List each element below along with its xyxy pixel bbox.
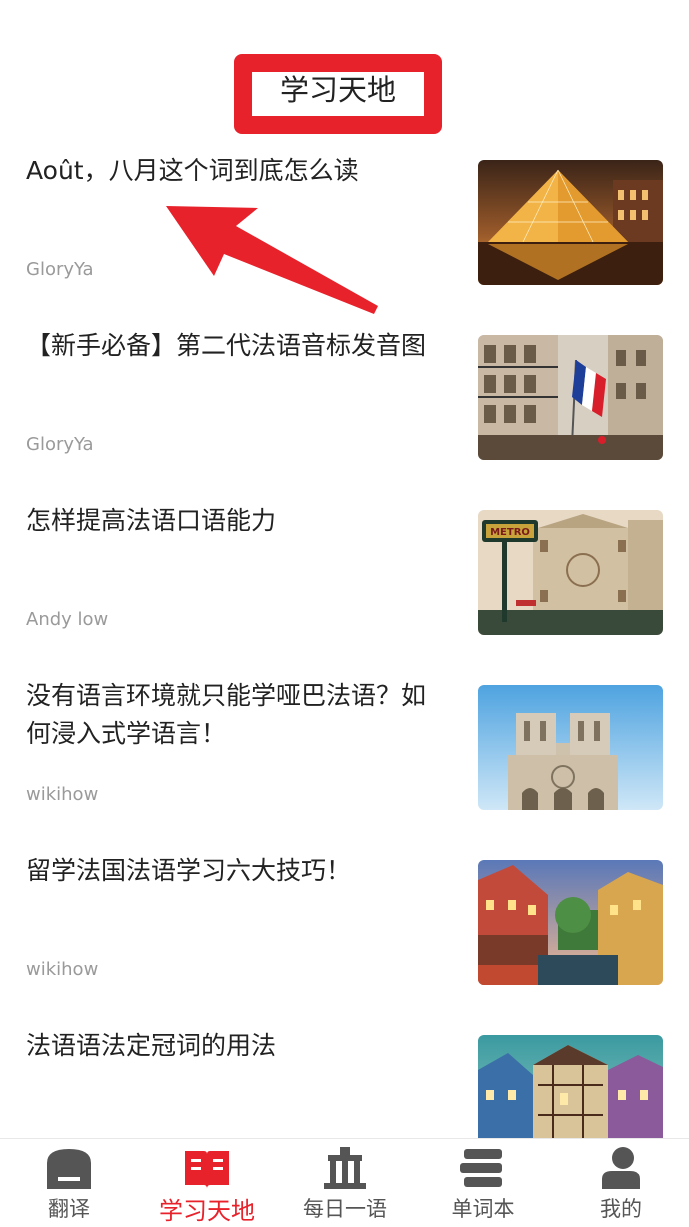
article-author: GloryYa — [26, 434, 94, 455]
article-thumbnail[interactable] — [478, 160, 663, 285]
tab-vocabulary[interactable]: 单词本 — [414, 1139, 552, 1227]
article-item[interactable]: 留学法国法语学习六大技巧！ wikihow — [0, 840, 689, 1015]
article-title[interactable]: 【新手必备】第二代法语音标发音图 — [26, 327, 446, 365]
article-title[interactable]: 没有语言环境就只能学哑巴法语？如何浸入式学语言！ — [26, 677, 446, 753]
article-title[interactable]: 留学法国法语学习六大技巧！ — [26, 852, 446, 890]
stack-icon — [458, 1145, 508, 1191]
article-item[interactable]: 【新手必备】第二代法语音标发音图 GloryYa — [0, 315, 689, 490]
article-title[interactable]: 怎样提高法语口语能力 — [26, 502, 446, 540]
tab-label: 学习天地 — [159, 1197, 255, 1225]
article-item[interactable]: Août，八月这个词到底怎么读 GloryYa — [0, 140, 689, 315]
article-thumbnail[interactable] — [478, 335, 663, 460]
tab-daily-phrase[interactable]: 每日一语 — [276, 1139, 414, 1227]
article-thumbnail[interactable]: METRO — [478, 510, 663, 635]
bottom-tab-bar: 翻译 学习天地 每日一语 单词本 我的 — [0, 1138, 689, 1227]
user-icon — [596, 1145, 646, 1191]
article-item[interactable]: 法语语法定冠词的用法 — [0, 1015, 689, 1138]
tab-label: 单词本 — [451, 1197, 515, 1221]
article-author: GloryYa — [26, 259, 94, 280]
book-icon — [182, 1145, 232, 1191]
article-title[interactable]: Août，八月这个词到底怎么读 — [26, 152, 446, 190]
article-thumbnail[interactable] — [478, 860, 663, 985]
article-thumbnail[interactable] — [478, 685, 663, 810]
tab-mine[interactable]: 我的 — [552, 1139, 689, 1227]
article-thumbnail[interactable] — [478, 1035, 663, 1138]
article-author: wikihow — [26, 784, 99, 805]
translate-icon — [44, 1145, 94, 1191]
tab-translate[interactable]: 翻译 — [0, 1139, 138, 1227]
article-author: Andy low — [26, 609, 109, 630]
tab-label: 翻译 — [48, 1197, 90, 1221]
tab-label: 我的 — [600, 1197, 642, 1221]
tower-icon — [320, 1145, 370, 1191]
tab-label: 每日一语 — [303, 1197, 387, 1221]
article-title[interactable]: 法语语法定冠词的用法 — [26, 1027, 446, 1065]
page-title: 学习天地 — [279, 73, 396, 107]
article-author: wikihow — [26, 959, 99, 980]
article-list: Août，八月这个词到底怎么读 GloryYa 【新手必备】第二代法语音标发音图… — [0, 140, 689, 1138]
article-item[interactable]: 没有语言环境就只能学哑巴法语？如何浸入式学语言！ wikihow — [0, 665, 689, 840]
article-item[interactable]: 怎样提高法语口语能力 Andy low METRO — [0, 490, 689, 665]
tab-study[interactable]: 学习天地 — [138, 1139, 276, 1227]
header: 学习天地 — [0, 0, 689, 140]
svg-text:METRO: METRO — [490, 527, 530, 538]
